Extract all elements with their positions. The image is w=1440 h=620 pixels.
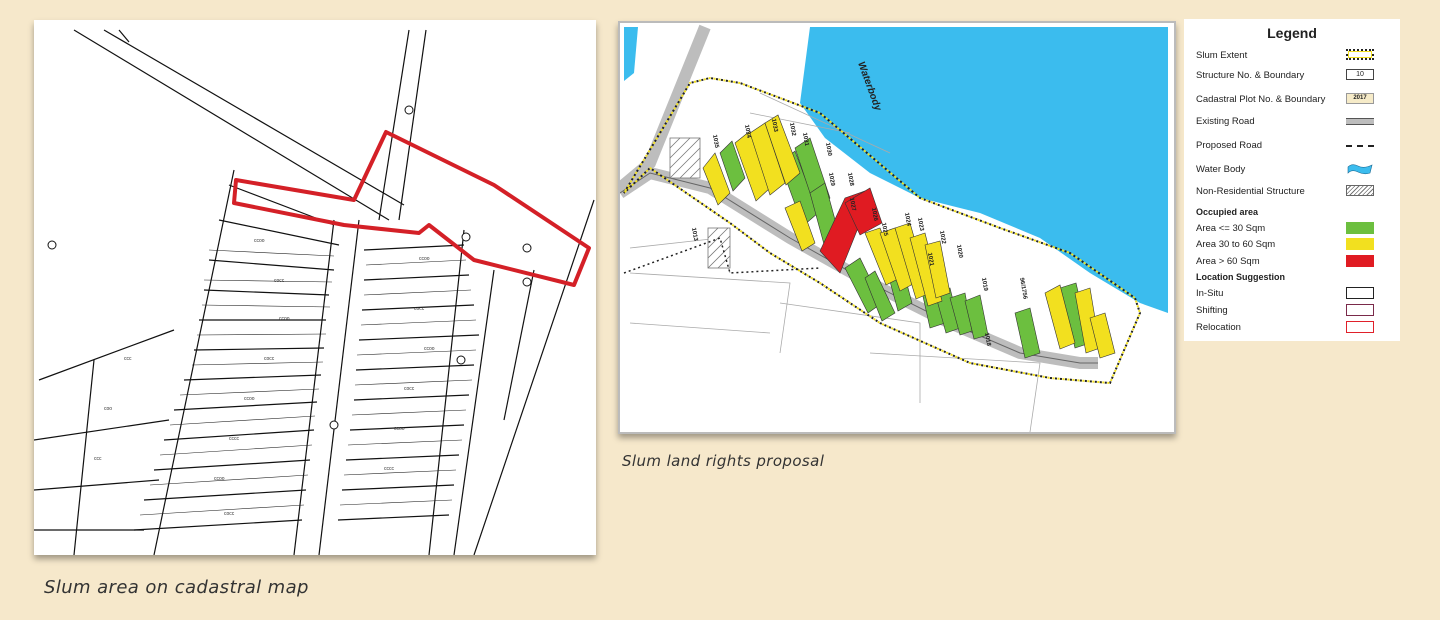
legend-label: In-Situ: [1196, 288, 1224, 299]
svg-text:ccoo: ccoo: [214, 476, 225, 482]
svg-text:ccoo: ccoo: [419, 256, 430, 262]
cadastral-map-drawing: ccoo cocc ccoo cocc ccoo cccc ccoo cocc ccoo c…: [34, 29, 595, 555]
hatched-box-icon: [1346, 185, 1374, 196]
legend-label: Relocation: [1196, 322, 1241, 333]
svg-text:cocc: cocc: [264, 356, 275, 362]
maroon-outline-box-icon: [1346, 304, 1374, 316]
legend-label: Area 30 to 60 Sqm: [1196, 239, 1276, 250]
svg-text:ccc: ccc: [94, 456, 102, 462]
occupied-area-heading: Occupied area: [1196, 207, 1259, 217]
svg-text:cccc: cccc: [229, 436, 240, 442]
legend-label: Slum Extent: [1196, 50, 1248, 61]
legend-item-area-small: Area <= 30 Sqm: [1196, 222, 1388, 237]
svg-text:cocc: cocc: [224, 511, 235, 517]
cadastral-map: ccoo cocc ccoo cocc ccoo cccc ccoo cocc ccoo c…: [34, 20, 596, 555]
proposal-map: Waterbody 1035 1034 1033 1032 1031 1030 …: [618, 21, 1176, 434]
svg-text:cocc: cocc: [404, 386, 415, 392]
svg-text:ccoo: ccoo: [254, 238, 265, 244]
black-outline-box-icon: [1346, 287, 1374, 299]
plot-number: 1023: [916, 217, 924, 232]
legend-item-relocation: Relocation: [1196, 321, 1388, 336]
legend-label: Water Body: [1196, 164, 1246, 175]
svg-text:ccoo: ccoo: [279, 316, 290, 322]
svg-text:cocc: cocc: [274, 278, 285, 284]
svg-text:ccoo: ccoo: [424, 346, 435, 352]
proposal-map-drawing: Waterbody 1035 1034 1033 1032 1031 1030 …: [620, 24, 1168, 432]
cadastral-caption: Slum area on cadastral map: [44, 577, 309, 598]
legend-label: Cadastral Plot No. & Boundary: [1196, 94, 1326, 105]
dotted-yellow-box-icon: [1346, 49, 1374, 60]
plot-number: 1035: [711, 134, 719, 149]
legend-label: Shifting: [1196, 305, 1228, 316]
legend-label: Structure No. & Boundary: [1196, 70, 1305, 81]
plot-number: 1013: [690, 227, 698, 242]
svg-text:coo: coo: [104, 406, 112, 412]
plot-number: 1019: [980, 277, 988, 292]
plot-number: 1018: [983, 332, 991, 347]
plot-number: 1032: [788, 122, 796, 137]
green-swatch-icon: [1346, 222, 1374, 234]
numbered-box-icon: 10: [1346, 69, 1374, 80]
legend-item-water-body: Water Body: [1196, 164, 1388, 178]
legend-item-in-situ: In-Situ: [1196, 287, 1388, 302]
legend-item-shifting: Shifting: [1196, 304, 1388, 319]
svg-text:ccoo: ccoo: [244, 396, 255, 402]
legend-label: Proposed Road: [1196, 140, 1263, 151]
legend-label: Existing Road: [1196, 116, 1255, 127]
legend-label: Area <= 30 Sqm: [1196, 223, 1266, 234]
legend-item-slum-extent: Slum Extent: [1196, 49, 1388, 64]
location-suggestion-heading: Location Suggestion: [1196, 272, 1285, 282]
legend-item-structure: Structure No. & Boundary 10: [1196, 69, 1388, 84]
legend-label: Area > 60 Sqm: [1196, 256, 1260, 267]
legend-title: Legend: [1267, 25, 1317, 41]
legend-label: Non-Residential Structure: [1196, 186, 1305, 197]
water-shape-icon: [1346, 163, 1374, 175]
plot-number: 1030: [824, 142, 832, 157]
structure-number-sample: 10: [1356, 71, 1364, 78]
svg-text:cocc: cocc: [414, 306, 425, 312]
svg-text:ccc: ccc: [124, 356, 132, 362]
plot-number: 1028: [846, 172, 854, 187]
proposal-caption: Slum land rights proposal: [622, 452, 825, 470]
plot-number: 1020: [955, 244, 963, 259]
legend-item-area-large: Area > 60 Sqm: [1196, 255, 1388, 270]
grey-road-icon: [1346, 118, 1374, 125]
legend-item-non-residential: Non-Residential Structure: [1196, 185, 1388, 200]
cadastral-box-icon: 2017: [1346, 93, 1374, 104]
cadastral-number-sample: 2017: [1353, 95, 1367, 101]
dash-dot-line-icon: [1346, 145, 1374, 147]
svg-text:cccc: cccc: [384, 466, 395, 472]
map-legend: Legend Slum Extent Structure No. & Bound…: [1184, 19, 1400, 341]
svg-text:ccoo: ccoo: [394, 426, 405, 432]
legend-item-area-medium: Area 30 to 60 Sqm: [1196, 238, 1388, 253]
plot-number: 1029: [827, 172, 835, 187]
legend-item-existing-road: Existing Road: [1196, 116, 1388, 130]
red-swatch-icon: [1346, 255, 1374, 267]
legend-item-proposed-road: Proposed Road: [1196, 140, 1388, 154]
red-outline-box-icon: [1346, 321, 1374, 333]
yellow-swatch-icon: [1346, 238, 1374, 250]
plot-number: 96/1756: [1018, 277, 1028, 300]
legend-item-cadastral: Cadastral Plot No. & Boundary 2017: [1196, 93, 1388, 108]
